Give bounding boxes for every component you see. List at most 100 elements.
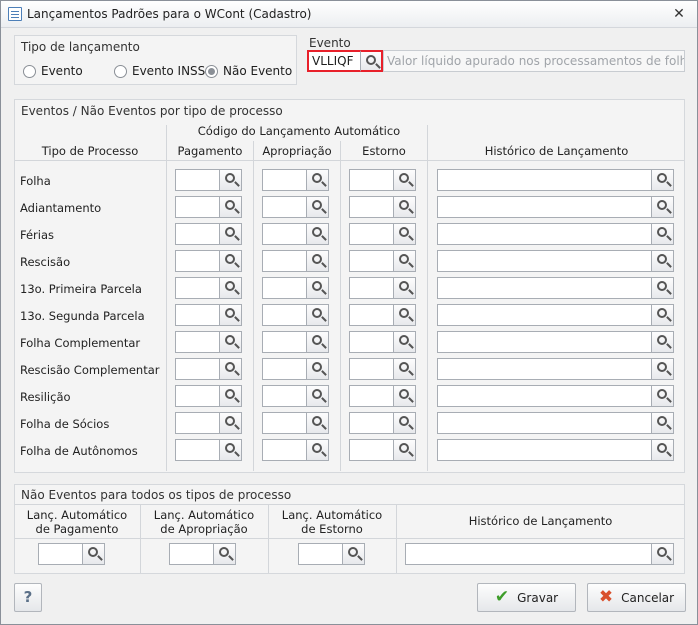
ne-historico-input[interactable]	[405, 543, 651, 565]
radio-nao-evento[interactable]: Não Evento	[205, 64, 292, 78]
row-3-apropriacao-input[interactable]	[262, 250, 306, 272]
row-1-estorno-search-button[interactable]	[393, 196, 416, 218]
radio-evento-inss[interactable]: Evento INSS	[114, 64, 205, 78]
row-2-pagamento-input[interactable]	[175, 223, 219, 245]
row-7-estorno-input[interactable]	[349, 358, 393, 380]
row-2-apropriacao-input[interactable]	[262, 223, 306, 245]
row-7-estorno-search-button[interactable]	[393, 358, 416, 380]
ne-pagamento-search-button[interactable]	[82, 543, 105, 565]
row-9-estorno-input[interactable]	[349, 412, 393, 434]
row-3-pagamento-search-button[interactable]	[219, 250, 242, 272]
row-9-apropriacao-search-button[interactable]	[306, 412, 329, 434]
row-10-pagamento-search-button[interactable]	[219, 439, 242, 461]
row-5-apropriacao-search-button[interactable]	[306, 304, 329, 326]
row-1-estorno-input[interactable]	[349, 196, 393, 218]
row-2-historico-input[interactable]	[437, 223, 651, 245]
row-9-apropriacao-input[interactable]	[262, 412, 306, 434]
row-0-historico-search-button[interactable]	[651, 169, 674, 191]
row-6-pagamento-input[interactable]	[175, 331, 219, 353]
row-1-historico-input[interactable]	[437, 196, 651, 218]
row-4-historico-input[interactable]	[437, 277, 651, 299]
row-10-apropriacao-search-button[interactable]	[306, 439, 329, 461]
row-8-estorno-input[interactable]	[349, 385, 393, 407]
row-3-historico-search-button[interactable]	[651, 250, 674, 272]
row-3-estorno-input[interactable]	[349, 250, 393, 272]
ne-pagamento-input[interactable]	[38, 543, 82, 565]
ne-apropriacao-input[interactable]	[169, 543, 213, 565]
row-10-pagamento-input[interactable]	[175, 439, 219, 461]
row-3-historico-input[interactable]	[437, 250, 651, 272]
row-2-pagamento-search-button[interactable]	[219, 223, 242, 245]
help-button[interactable]: ?	[14, 583, 42, 612]
row-0-estorno-input[interactable]	[349, 169, 393, 191]
row-5-pagamento-input[interactable]	[175, 304, 219, 326]
row-6-estorno-input[interactable]	[349, 331, 393, 353]
row-2-estorno-input[interactable]	[349, 223, 393, 245]
row-0-pagamento-search-button[interactable]	[219, 169, 242, 191]
row-8-pagamento-search-button[interactable]	[219, 385, 242, 407]
radio-evento[interactable]: Evento	[23, 64, 83, 78]
row-5-historico-search-button[interactable]	[651, 304, 674, 326]
cancel-button[interactable]: ✖ Cancelar	[587, 583, 686, 612]
row-0-apropriacao-search-button[interactable]	[306, 169, 329, 191]
row-8-apropriacao-input[interactable]	[262, 385, 306, 407]
radio-evento-inss-dot[interactable]	[114, 64, 127, 78]
row-8-historico-search-button[interactable]	[651, 385, 674, 407]
row-5-apropriacao-input[interactable]	[262, 304, 306, 326]
row-9-historico-search-button[interactable]	[651, 412, 674, 434]
row-9-estorno-search-button[interactable]	[393, 412, 416, 434]
row-0-apropriacao-input[interactable]	[262, 169, 306, 191]
close-icon[interactable]: ✕	[670, 5, 688, 23]
row-7-apropriacao-search-button[interactable]	[306, 358, 329, 380]
row-6-historico-search-button[interactable]	[651, 331, 674, 353]
row-1-historico-search-button[interactable]	[651, 196, 674, 218]
row-10-apropriacao-input[interactable]	[262, 439, 306, 461]
evento-code-input[interactable]: VLLIQF	[307, 50, 360, 72]
row-0-estorno-search-button[interactable]	[393, 169, 416, 191]
row-0-historico-input[interactable]	[437, 169, 651, 191]
row-9-pagamento-input[interactable]	[175, 412, 219, 434]
row-1-pagamento-input[interactable]	[175, 196, 219, 218]
row-2-historico-search-button[interactable]	[651, 223, 674, 245]
row-9-pagamento-search-button[interactable]	[219, 412, 242, 434]
row-10-estorno-search-button[interactable]	[393, 439, 416, 461]
row-10-historico-search-button[interactable]	[651, 439, 674, 461]
row-5-pagamento-search-button[interactable]	[219, 304, 242, 326]
row-10-historico-input[interactable]	[437, 439, 651, 461]
row-4-pagamento-search-button[interactable]	[219, 277, 242, 299]
save-button[interactable]: ✔ Gravar	[477, 583, 576, 612]
row-9-historico-input[interactable]	[437, 412, 651, 434]
row-6-apropriacao-search-button[interactable]	[306, 331, 329, 353]
row-7-historico-input[interactable]	[437, 358, 651, 380]
row-5-historico-input[interactable]	[437, 304, 651, 326]
row-7-historico-search-button[interactable]	[651, 358, 674, 380]
ne-estorno-search-button[interactable]	[342, 543, 365, 565]
row-6-estorno-search-button[interactable]	[393, 331, 416, 353]
ne-estorno-input[interactable]	[298, 543, 342, 565]
row-1-pagamento-search-button[interactable]	[219, 196, 242, 218]
row-1-apropriacao-search-button[interactable]	[306, 196, 329, 218]
row-8-historico-input[interactable]	[437, 385, 651, 407]
row-8-pagamento-input[interactable]	[175, 385, 219, 407]
row-5-estorno-search-button[interactable]	[393, 304, 416, 326]
ne-historico-search-button[interactable]	[651, 543, 674, 565]
row-10-estorno-input[interactable]	[349, 439, 393, 461]
radio-nao-evento-dot[interactable]	[205, 64, 218, 78]
row-4-pagamento-input[interactable]	[175, 277, 219, 299]
row-7-pagamento-search-button[interactable]	[219, 358, 242, 380]
row-3-pagamento-input[interactable]	[175, 250, 219, 272]
evento-search-button[interactable]	[360, 50, 383, 72]
row-4-apropriacao-input[interactable]	[262, 277, 306, 299]
row-3-estorno-search-button[interactable]	[393, 250, 416, 272]
row-4-apropriacao-search-button[interactable]	[306, 277, 329, 299]
row-2-estorno-search-button[interactable]	[393, 223, 416, 245]
row-7-pagamento-input[interactable]	[175, 358, 219, 380]
row-4-estorno-input[interactable]	[349, 277, 393, 299]
row-4-estorno-search-button[interactable]	[393, 277, 416, 299]
row-8-estorno-search-button[interactable]	[393, 385, 416, 407]
row-2-apropriacao-search-button[interactable]	[306, 223, 329, 245]
row-1-apropriacao-input[interactable]	[262, 196, 306, 218]
row-7-apropriacao-input[interactable]	[262, 358, 306, 380]
row-6-pagamento-search-button[interactable]	[219, 331, 242, 353]
row-8-apropriacao-search-button[interactable]	[306, 385, 329, 407]
